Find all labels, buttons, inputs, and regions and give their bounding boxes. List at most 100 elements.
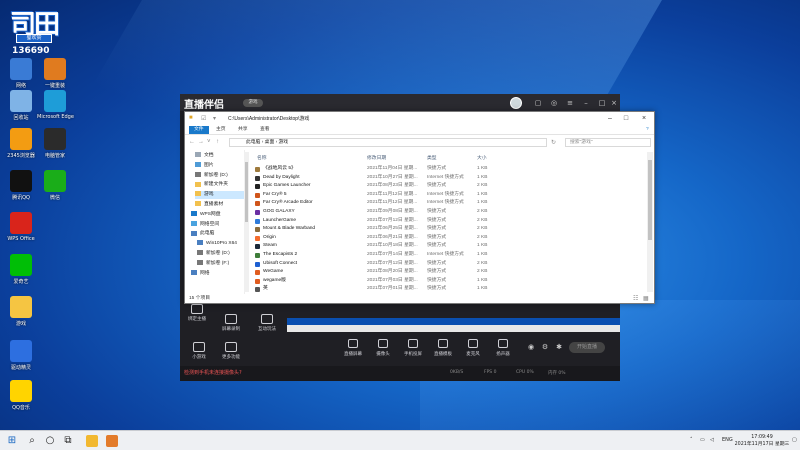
clock[interactable]: 17:09:49 2021年11月17日 星期三 bbox=[732, 434, 792, 448]
nav-scrollbar[interactable] bbox=[244, 152, 249, 292]
message-icon[interactable]: ▢ bbox=[534, 99, 542, 107]
minimize-icon[interactable]: – bbox=[582, 99, 590, 107]
microphone-button[interactable]: 麦克风 bbox=[459, 339, 487, 357]
table-row[interactable]: Far Cry® 5 2021年11月12日 星期... Internet 快捷方式… bbox=[253, 191, 649, 200]
maximize-icon[interactable]: □ bbox=[598, 99, 606, 107]
screen-capture-button[interactable]: 直播屏幕 bbox=[339, 339, 367, 357]
details-view-icon[interactable]: ☷ bbox=[633, 295, 638, 302]
maximize-button[interactable]: □ bbox=[619, 114, 633, 123]
nav-item[interactable]: 网络 bbox=[191, 269, 245, 278]
close-icon[interactable]: × bbox=[610, 99, 618, 107]
desktop-icon[interactable]: Microsoft Edge bbox=[37, 90, 74, 120]
nav-item[interactable]: 新加卷 (D:) bbox=[195, 171, 249, 180]
table-row[interactable]: 《战地风云 5》 2021年11月04日 星期... 快捷方式 1 KB bbox=[253, 165, 649, 174]
avatar[interactable] bbox=[510, 97, 522, 109]
table-row[interactable]: Epic Games Launcher 2021年08月23日 星期... 快捷方式… bbox=[253, 182, 649, 191]
desktop-icon[interactable]: 爱奇艺 bbox=[3, 254, 39, 285]
large-icons-view-icon[interactable]: ▦ bbox=[643, 295, 649, 302]
table-row[interactable]: The Escapists 2 2021年07月14日 星期... Internet… bbox=[253, 251, 649, 260]
nav-item[interactable]: 游戏 bbox=[195, 191, 249, 200]
explorer-taskbar-icon[interactable] bbox=[86, 435, 98, 447]
up-icon[interactable]: ↑ bbox=[216, 139, 219, 145]
tab-file[interactable]: 文件 bbox=[189, 126, 209, 134]
new-folder-icon[interactable]: ▾ bbox=[213, 115, 216, 122]
table-row[interactable]: 英 2021年07月01日 星期... 快捷方式 1 KB bbox=[253, 285, 649, 294]
speaker-button[interactable]: 扬声器 bbox=[489, 339, 517, 357]
desktop-icon[interactable]: 网络 bbox=[3, 58, 39, 89]
column-date[interactable]: 修改日期 bbox=[367, 154, 386, 161]
table-row[interactable]: Mount & Blade Warband 2021年06月25日 星期... 快捷… bbox=[253, 225, 649, 234]
table-row[interactable]: wegame版 2021年07月03日 星期... 快捷方式 1 KB bbox=[253, 277, 649, 286]
table-row[interactable]: WeGame 2021年08月20日 星期... 快捷方式 2 KB bbox=[253, 268, 649, 277]
notification-icon[interactable]: ▢ bbox=[792, 437, 797, 443]
table-row[interactable]: Origin 2021年06月21日 星期... 快捷方式 2 KB bbox=[253, 234, 649, 243]
table-row[interactable]: Steam 2021年10月18日 星期... 快捷方式 1 KB bbox=[253, 242, 649, 251]
desktop-icon[interactable]: 2345浏览器 bbox=[3, 128, 39, 159]
gear-icon[interactable]: ✱ bbox=[555, 343, 563, 351]
cortana-icon[interactable]: ○ bbox=[44, 435, 56, 447]
skin-icon[interactable]: ◎ bbox=[550, 99, 558, 107]
desktop-icon[interactable]: 驱动精灵 bbox=[3, 340, 39, 371]
minimize-button[interactable]: – bbox=[603, 114, 617, 123]
nav-item[interactable]: 此电脑 bbox=[191, 230, 245, 238]
camera-button[interactable]: 摄像头 bbox=[369, 339, 397, 357]
desktop-icon[interactable]: 电脑管家 bbox=[37, 128, 73, 159]
back-icon[interactable]: ← bbox=[189, 139, 195, 145]
search-icon[interactable]: ⌕ bbox=[26, 435, 38, 447]
desktop-icon[interactable]: 腾讯QQ bbox=[3, 170, 39, 201]
nav-item[interactable]: WPS网盘 bbox=[191, 211, 245, 219]
template-button[interactable]: 直播模板 bbox=[429, 339, 457, 357]
desktop-icon[interactable]: 回收站 bbox=[3, 90, 39, 121]
nav-item[interactable]: 新加卷 (D:) bbox=[197, 250, 251, 258]
nav-scroll-thumb[interactable] bbox=[245, 162, 248, 222]
settings-icon[interactable]: ⚙ bbox=[541, 343, 549, 351]
close-button[interactable]: × bbox=[637, 114, 651, 123]
search-input[interactable]: 搜索"游戏" bbox=[565, 138, 651, 147]
table-row[interactable]: Dead by Daylight 2021年10月27日 星期... Interne… bbox=[253, 174, 649, 183]
desktop-icon[interactable]: 微信 bbox=[37, 170, 73, 201]
nav-item[interactable]: 图片 bbox=[195, 162, 249, 170]
nav-item[interactable]: 文档 bbox=[195, 152, 249, 160]
menu-icon[interactable]: ≡ bbox=[566, 99, 574, 107]
refresh-icon[interactable]: ↻ bbox=[551, 139, 556, 146]
phone-cast-button[interactable]: 手机投屏 bbox=[399, 339, 427, 357]
network-icon[interactable]: ▭ bbox=[700, 437, 705, 443]
task-view-icon[interactable]: ⧉ bbox=[62, 435, 74, 447]
scroll-thumb[interactable] bbox=[648, 160, 652, 240]
nav-item[interactable]: 新建文件夹 bbox=[195, 181, 249, 189]
nav-item[interactable]: 新加卷 (F:) bbox=[197, 260, 251, 268]
column-size[interactable]: 大小 bbox=[477, 154, 487, 161]
show-hidden-icons[interactable]: ˄ bbox=[690, 437, 693, 443]
record-icon[interactable]: ◉ bbox=[527, 343, 535, 351]
start-icon[interactable]: ⊞ bbox=[6, 435, 18, 447]
tool-bind[interactable]: 绑定主播 bbox=[182, 304, 212, 322]
column-name[interactable]: 名称 bbox=[257, 154, 267, 161]
desktop-icon[interactable]: 一键重装 bbox=[37, 58, 73, 89]
tool-minigame[interactable]: 小游戏 bbox=[184, 342, 214, 360]
tab-view[interactable]: 查看 bbox=[255, 126, 275, 134]
tool-interact[interactable]: 互动玩法 bbox=[252, 314, 282, 332]
streaming-app-taskbar-icon[interactable] bbox=[106, 435, 118, 447]
column-type[interactable]: 类型 bbox=[427, 154, 437, 161]
tab-home[interactable]: 主页 bbox=[211, 126, 231, 134]
file-list-scrollbar[interactable] bbox=[647, 152, 653, 292]
tab-share[interactable]: 共享 bbox=[233, 126, 253, 134]
nav-item[interactable]: 网络空间 bbox=[191, 220, 245, 229]
table-row[interactable]: Far Cry® Arcade Editor 2021年11月12日 星期... I… bbox=[253, 199, 649, 208]
forward-icon[interactable]: → bbox=[198, 139, 204, 145]
table-row[interactable]: Ubisoft Connect 2021年07月12日 星期... 快捷方式 2 KB bbox=[253, 260, 649, 269]
category-button[interactable]: 游戏 bbox=[243, 99, 263, 107]
desktop-icon[interactable]: QQ音乐 bbox=[3, 380, 39, 411]
desktop-icon[interactable]: WPS Office bbox=[3, 212, 39, 242]
nav-item[interactable]: 直播素材 bbox=[195, 201, 249, 209]
desktop-icon[interactable]: 游戏 bbox=[3, 296, 39, 327]
volume-icon[interactable]: ◁ bbox=[710, 437, 714, 443]
chevron-down-icon[interactable]: ˅ bbox=[207, 139, 211, 145]
quick-access-icon[interactable]: ☑ bbox=[201, 115, 206, 122]
nav-item[interactable]: Win10Pro X64 bbox=[197, 240, 251, 248]
table-row[interactable]: GOG GALAXY 2021年09月08日 星期... 快捷方式 2 KB bbox=[253, 208, 649, 217]
tool-record[interactable]: 屏幕录制 bbox=[216, 314, 246, 332]
start-stream-button[interactable]: 开始直播 bbox=[569, 342, 605, 353]
address-bar[interactable]: 此电脑 › 桌面 › 游戏 bbox=[229, 138, 547, 147]
table-row[interactable]: LauncherGame 2021年07月12日 星期... 快捷方式 2 KB bbox=[253, 217, 649, 226]
